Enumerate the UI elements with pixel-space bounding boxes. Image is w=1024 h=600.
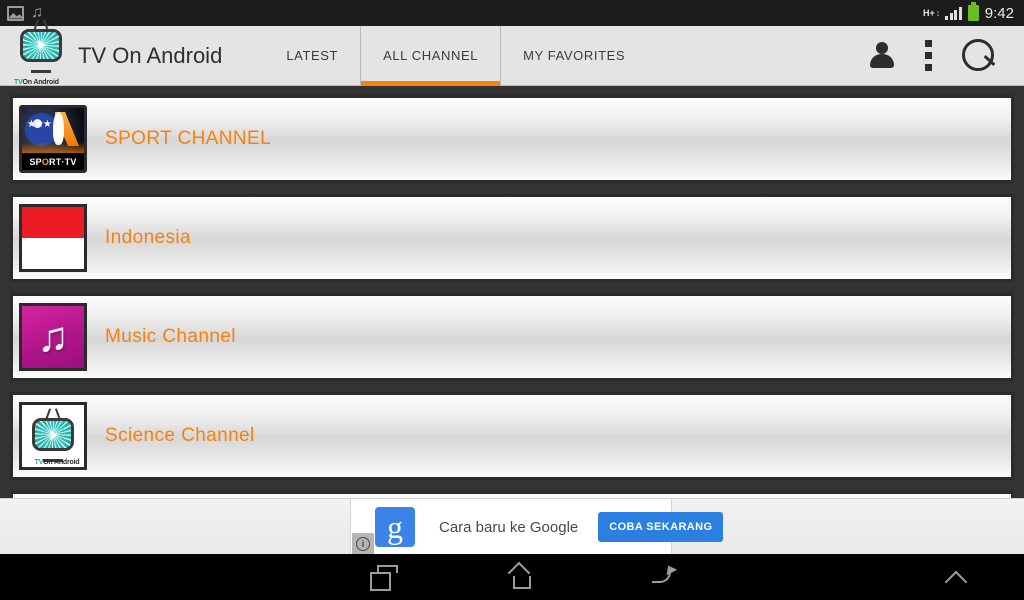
app-logo: TVOn Android [14, 18, 70, 86]
thumb-caption-tv: TV [34, 459, 44, 466]
channel-row-science[interactable]: TVOn Android Science Channel [10, 392, 1014, 480]
logo-caption-onandroid: On Android [22, 78, 59, 86]
system-navigation-bar [0, 554, 1024, 600]
thumb-caption: TVOn Android [26, 459, 84, 466]
tv-body [20, 28, 62, 62]
music-note-glyph: ♫ [37, 313, 69, 360]
back-button[interactable] [592, 562, 732, 589]
back-icon [648, 562, 678, 589]
tab-latest[interactable]: LATEST [264, 26, 360, 86]
network-type-indicator: H+ ↕ [923, 7, 940, 18]
sport-caption-b: O [41, 156, 50, 167]
play-triangle-icon [38, 40, 46, 50]
channel-label: Science Channel [105, 425, 255, 446]
account-icon[interactable] [869, 41, 895, 70]
play-triangle-icon [50, 429, 58, 440]
sport-tv-thumb-icon: SPORT·TV [19, 105, 87, 173]
overflow-menu-icon[interactable] [925, 40, 932, 71]
indonesia-flag-thumb-icon [19, 204, 87, 272]
tv-logo-small [32, 408, 74, 462]
logo-caption-tv: TV [14, 78, 23, 86]
adchoices-glyph: i [356, 537, 370, 551]
tab-my-favorites-label: MY FAVORITES [523, 48, 626, 63]
status-bar: ♫ H+ ↕ 9:42 [0, 0, 1024, 26]
status-bar-system: H+ ↕ 9:42 [923, 2, 1024, 22]
tab-all-channel[interactable]: ALL CHANNEL [360, 25, 501, 86]
google-ad-banner[interactable]: g Cara baru ke Google COBA SEKARANG [350, 499, 724, 555]
action-bar-buttons [869, 38, 1024, 73]
channel-label: SPORT CHANNEL [105, 128, 272, 149]
network-traffic-arrows: ↕ [935, 7, 940, 18]
tab-latest-label: LATEST [286, 48, 339, 63]
expand-chevron-icon [945, 569, 973, 585]
ad-cta-button[interactable]: COBA SEKARANG [598, 512, 724, 542]
status-bar-clock: 9:42 [984, 4, 1014, 22]
channel-row-partial[interactable] [10, 491, 1014, 498]
sport-caption-c: RT·TV [49, 156, 77, 167]
logo-caption: TVOn Android [14, 79, 70, 86]
tv-on-android-logo-icon [20, 18, 62, 73]
adchoices-icon[interactable]: i [352, 533, 374, 555]
google-logo-icon: g [375, 507, 415, 547]
recents-icon [370, 565, 398, 591]
channel-row-sport[interactable]: SPORT·TV SPORT CHANNEL [10, 95, 1014, 183]
white-swoosh-graphic [53, 112, 64, 145]
signal-bars-icon [945, 6, 962, 20]
page-title: TV On Android [78, 42, 223, 68]
battery-icon [967, 2, 979, 21]
channel-row-indonesia[interactable]: Indonesia [10, 194, 1014, 282]
android-screen: ♫ H+ ↕ 9:42 TVOn Android TV On Android L… [0, 0, 1024, 600]
channel-row-music[interactable]: ♫ Music Channel [10, 293, 1014, 381]
recents-button[interactable] [312, 565, 452, 591]
network-type-label: H+ [923, 7, 935, 18]
home-icon [507, 561, 536, 589]
ad-strip: g Cara baru ke Google COBA SEKARANG i [0, 498, 1024, 555]
expand-button[interactable] [914, 569, 1004, 585]
search-icon[interactable] [962, 38, 996, 73]
sport-tv-caption: SP O RT·TV [22, 153, 84, 170]
music-note-thumb-icon: ♫ [19, 303, 87, 371]
tab-my-favorites[interactable]: MY FAVORITES [500, 25, 647, 86]
channel-label: Indonesia [105, 227, 192, 248]
thumb-caption-onandroid: On Android [43, 459, 80, 466]
flag-white-band [22, 238, 84, 269]
tab-bar: LATEST ALL CHANNEL MY FAVORITES [264, 25, 647, 86]
tv-body [32, 418, 74, 451]
sport-caption-a: SP [29, 156, 42, 167]
tv-stand [31, 69, 51, 73]
gallery-icon [7, 5, 24, 21]
tv-on-android-thumb-icon: TVOn Android [19, 402, 87, 470]
channel-list[interactable]: SPORT·TV SPORT CHANNEL Indonesia ♫ Music… [0, 87, 1024, 498]
home-button[interactable] [452, 561, 592, 589]
flag-red-band [22, 207, 84, 238]
tab-all-channel-label: ALL CHANNEL [383, 48, 479, 63]
ad-headline: Cara baru ke Google [439, 518, 579, 536]
channel-label: Music Channel [105, 326, 236, 347]
app-action-bar: TVOn Android TV On Android LATEST ALL CH… [0, 18, 1024, 86]
